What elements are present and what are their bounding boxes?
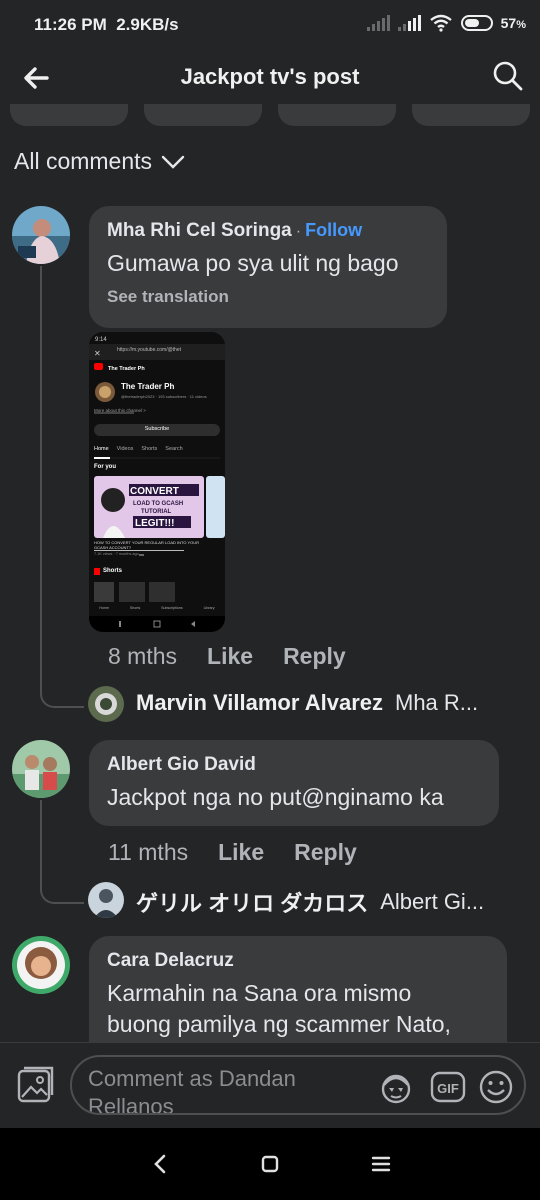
svg-text:9:14: 9:14: [95, 337, 107, 343]
reply-avatar[interactable]: [88, 882, 124, 918]
page-title: Jackpot tv's post: [180, 64, 360, 89]
reply-snippet: Mha R...: [395, 690, 479, 715]
attachment-more-about: More about this channel >: [94, 408, 146, 413]
reaction-chip[interactable]: [278, 104, 396, 126]
comment-bubble[interactable]: Albert Gio David Jackpot nga no put@ngin…: [89, 740, 499, 826]
comment-composer: Comment as Dandan Rellanos GIF: [0, 1042, 540, 1128]
reply-preview[interactable]: Marvin Villamor Alvarez Mha R...: [136, 690, 530, 716]
see-translation-link[interactable]: See translation: [107, 287, 429, 307]
search-icon[interactable]: [492, 60, 524, 92]
thread-line: [40, 266, 42, 686]
attachment-video-meta: 7.1K views · 7 months ago: [94, 552, 139, 556]
avatar[interactable]: [12, 206, 70, 264]
photo-icon[interactable]: [16, 1065, 56, 1105]
nav-menu-icon[interactable]: [367, 1150, 395, 1178]
reply-author: ゲリル オリロ ダカロス: [136, 891, 369, 916]
reply-snippet: Albert Gi...: [380, 889, 485, 914]
attachment-channel-meta: @thetraderph2023 · 193 subscribers · 11 …: [121, 394, 207, 399]
avatar-sticker-icon[interactable]: [378, 1069, 414, 1105]
app-header: Jackpot tv's post: [0, 52, 540, 104]
gif-icon[interactable]: GIF: [430, 1069, 466, 1105]
comment-author[interactable]: Albert Gio David: [107, 754, 481, 776]
reaction-chip[interactable]: [412, 104, 530, 126]
comment-input-placeholder: Comment as Dandan Rellanos: [88, 1066, 296, 1115]
reaction-chip[interactable]: [10, 104, 128, 126]
comment-time: 8 mths: [108, 643, 178, 669]
net-speed: 2.9KB/s: [116, 15, 179, 34]
reply-button[interactable]: Reply: [294, 839, 357, 866]
attachment-channel-name: The Trader Ph: [121, 382, 175, 391]
emoji-icon[interactable]: [478, 1069, 514, 1105]
like-button[interactable]: Like: [218, 839, 264, 866]
wifi-icon: [429, 14, 452, 32]
svg-text:LOAD TO GCASH: LOAD TO GCASH: [133, 501, 183, 507]
comment-actions: 8 mths Like Reply: [108, 643, 346, 670]
svg-text:TUTORIAL: TUTORIAL: [141, 509, 172, 515]
chevron-down-icon: [161, 155, 185, 169]
thread-elbow: [40, 670, 84, 708]
svg-text:LEGIT!!!: LEGIT!!!: [135, 518, 174, 529]
status-icons: 57%: [366, 14, 526, 32]
comment-input[interactable]: Comment as Dandan Rellanos GIF: [70, 1055, 526, 1115]
attachment-tabs: Home Videos Shorts Search: [94, 446, 183, 452]
status-time: 11:26 PM 2.9KB/s: [34, 15, 179, 34]
avatar[interactable]: [12, 740, 70, 798]
attachment-for-you: For you: [94, 464, 116, 470]
comment-text: Jackpot nga no put@nginamo ka: [107, 784, 444, 810]
comment-attachment-image[interactable]: 9:14 ✕ The Trader Ph CONVERT LOAD TO GCA…: [89, 332, 225, 632]
battery-icon: [460, 15, 493, 31]
comment-actions: 11 mths Like Reply: [108, 839, 357, 866]
svg-text:GIF: GIF: [437, 1081, 459, 1096]
comment-filter-dropdown[interactable]: All comments: [14, 148, 186, 175]
reaction-strip: [0, 104, 540, 128]
avatar[interactable]: [12, 936, 70, 994]
comment-bubble[interactable]: Mha Rhi Cel Soringa · Follow Gumawa po sya…: [89, 206, 447, 328]
nav-back-icon[interactable]: [146, 1150, 174, 1178]
attachment-channel-mini-title: The Trader Ph: [108, 366, 145, 372]
filter-label: All comments: [14, 148, 153, 174]
thread-elbow: [40, 866, 84, 904]
system-nav-bar: [0, 1128, 540, 1200]
follow-button[interactable]: Follow: [305, 220, 362, 240]
attachment-url: https://m.youtube.com/@thet: [117, 347, 181, 353]
like-button[interactable]: Like: [207, 643, 253, 670]
attachment-shorts-label: Shorts: [103, 568, 123, 574]
attachment-subscribe-button: Subscribe: [144, 426, 170, 432]
comment-author[interactable]: Cara Delacruz: [107, 950, 489, 972]
comment-text: Gumawa po sya ulit ng bago: [107, 250, 399, 276]
svg-text:✕: ✕: [94, 349, 101, 358]
signal-2-icon: [397, 15, 421, 31]
comment-author[interactable]: Mha Rhi Cel Soringa: [107, 220, 292, 241]
reaction-chip[interactable]: [144, 104, 262, 126]
comment-time: 11 mths: [108, 839, 189, 865]
nav-home-icon[interactable]: [256, 1150, 284, 1178]
signal-1-icon: [366, 15, 390, 31]
thumb-line1: CONVERT: [130, 486, 179, 497]
battery-percent: 57%: [500, 15, 526, 31]
comment-text: Karmahin na Sana ora mismo buong pamilya…: [107, 980, 451, 1037]
attachment-bottom-nav: Home Shorts Subscriptions Library: [99, 606, 215, 610]
attachment-video-title: HOW TO CONVERT YOUR REGULAR LOAD INTO YO…: [94, 540, 202, 550]
reply-preview[interactable]: ゲリル オリロ ダカロス Albert Gi...: [136, 886, 530, 918]
reply-avatar[interactable]: [88, 686, 124, 722]
reply-button[interactable]: Reply: [283, 643, 346, 670]
reply-author: Marvin Villamor Alvarez: [136, 690, 383, 715]
status-bar: 11:26 PM 2.9KB/s 57%: [0, 0, 540, 52]
